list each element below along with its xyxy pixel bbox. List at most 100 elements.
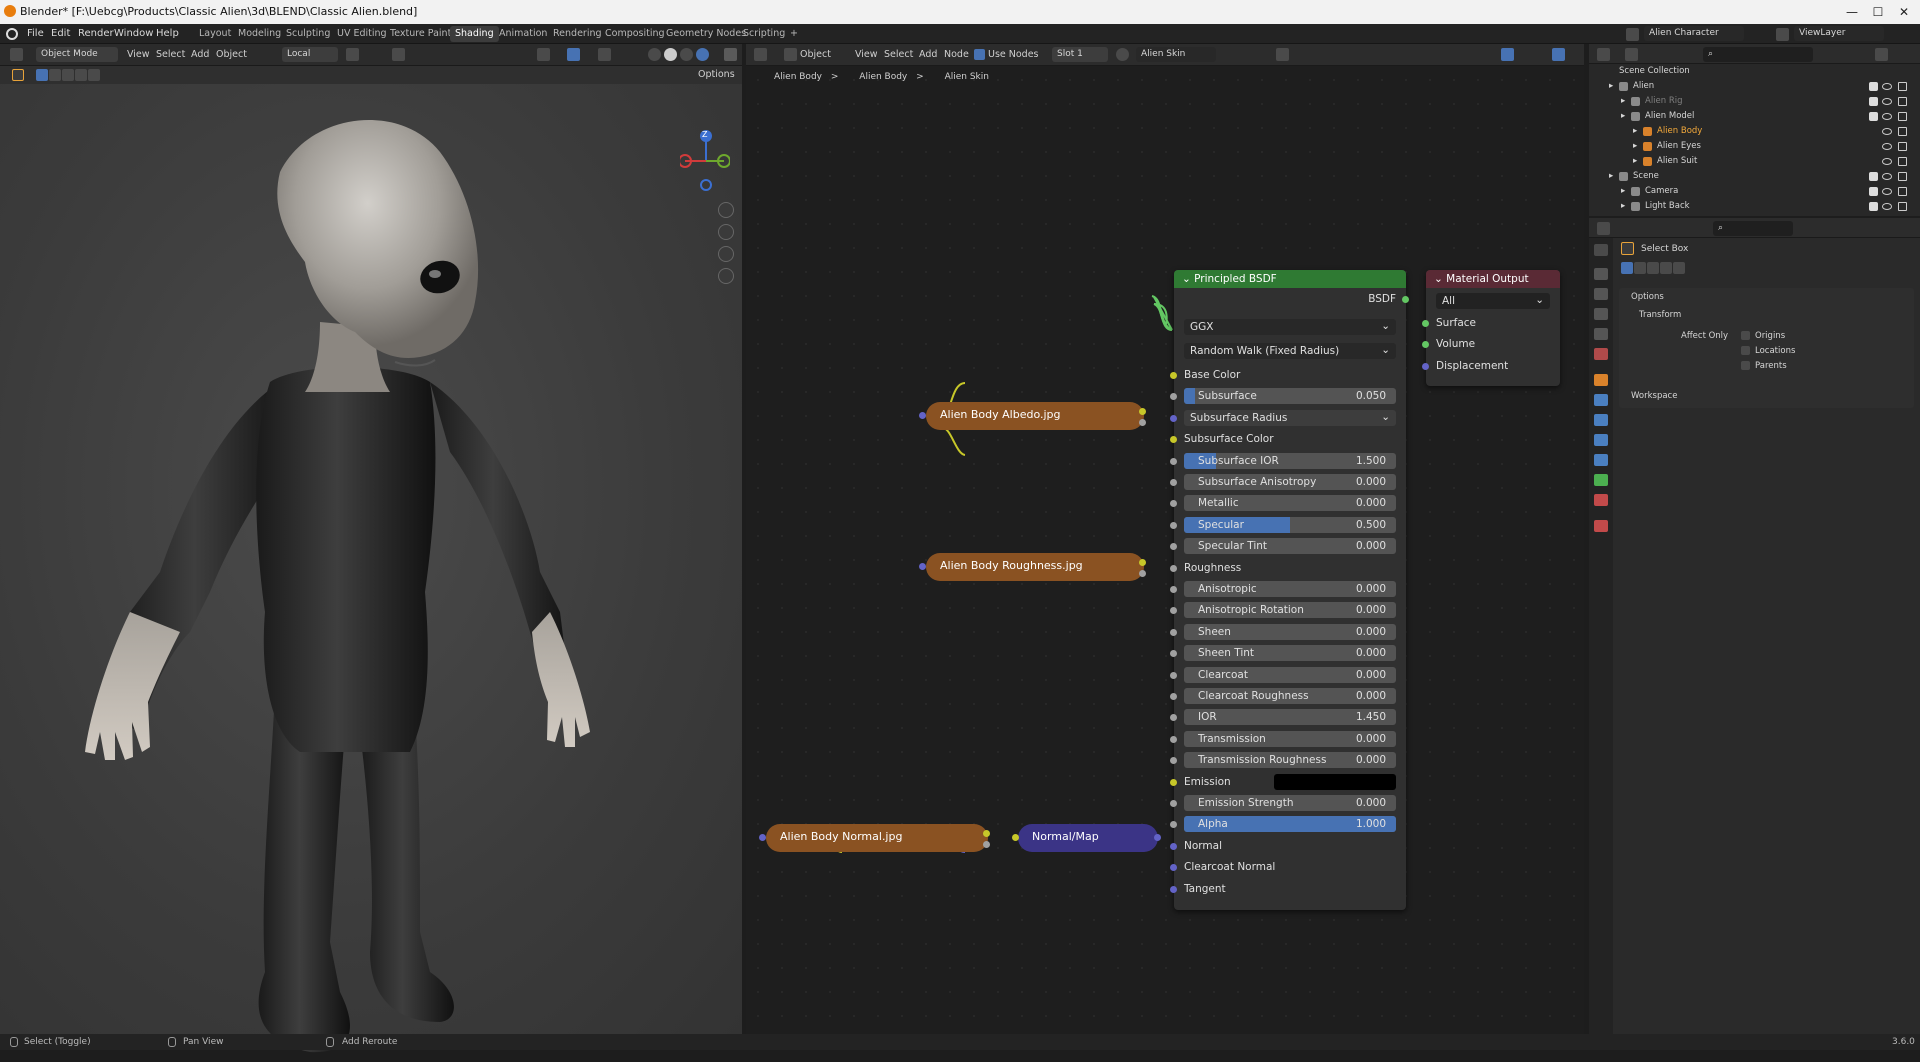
grid-ortho-icon[interactable] xyxy=(718,268,734,284)
properties-search-field[interactable]: ⌕ xyxy=(1713,221,1793,236)
proportional-edit-icon[interactable] xyxy=(392,48,405,61)
menu-file[interactable]: File xyxy=(27,28,44,39)
workspace-tab-uv-editing[interactable]: UV Editing xyxy=(332,26,392,42)
bsdf-value-slider[interactable]: Specular 0.500 xyxy=(1184,516,1396,533)
render-tab-icon[interactable] xyxy=(1594,268,1608,280)
normal-map-node[interactable]: Normal/Map xyxy=(1018,824,1158,852)
workspace-tab-texture-paint[interactable]: Texture Paint xyxy=(385,26,456,42)
bsdf-input-socket[interactable] xyxy=(1170,543,1177,551)
visibility-eye-icon[interactable] xyxy=(1882,143,1892,150)
editor-type-icon[interactable] xyxy=(10,48,23,61)
mode-selector[interactable]: Object Mode xyxy=(36,47,118,62)
surface-socket[interactable] xyxy=(1422,320,1429,327)
visibility-eye-icon[interactable] xyxy=(1882,98,1892,105)
visibility-eye-icon[interactable] xyxy=(1882,113,1892,120)
close-button[interactable]: ✕ xyxy=(1892,3,1916,21)
render-camera-icon[interactable] xyxy=(1898,127,1907,136)
bsdf-value-slider[interactable]: Specular Tint 0.000 xyxy=(1184,538,1396,555)
roughness-color-socket[interactable] xyxy=(1139,559,1146,566)
output-tab-icon[interactable] xyxy=(1594,288,1608,300)
outliner-item-label[interactable]: Alien Rig xyxy=(1645,96,1683,106)
outliner-item-label[interactable]: Light Back xyxy=(1645,201,1690,211)
menu-render[interactable]: Render xyxy=(78,28,114,39)
shading-solid-icon[interactable] xyxy=(664,48,677,61)
expand-chevron-icon[interactable]: ▸ xyxy=(1633,156,1637,166)
render-camera-icon[interactable] xyxy=(1898,172,1907,181)
gizmo-toggle-icon[interactable] xyxy=(567,48,580,61)
roughness-texture-node[interactable]: Alien Body Roughness.jpg xyxy=(926,553,1144,581)
expand-chevron-icon[interactable]: ▸ xyxy=(1621,96,1625,106)
options-dropdown[interactable]: Options xyxy=(698,69,735,80)
bsdf-input-socket[interactable] xyxy=(1170,436,1177,444)
principled-bsdf-node[interactable]: ⌄ Principled BSDF BSDF GGX ⌄ Random Walk … xyxy=(1170,270,1409,910)
select-mode-intersect-icon[interactable] xyxy=(75,69,87,81)
alien-character-model[interactable] xyxy=(70,92,630,1062)
pause-icon[interactable] xyxy=(724,48,737,61)
minimize-button[interactable]: — xyxy=(1840,3,1864,21)
bsdf-input-socket[interactable] xyxy=(1170,500,1177,508)
visibility-eye-icon[interactable] xyxy=(1882,203,1892,210)
editor-type-icon[interactable] xyxy=(1597,222,1610,235)
outliner-item-label[interactable]: Alien Body xyxy=(1657,126,1702,136)
menu-window[interactable]: Window xyxy=(114,28,153,39)
subsurface-method-dropdown[interactable]: Random Walk (Fixed Radius) ⌄ xyxy=(1184,343,1396,359)
bsdf-input-socket[interactable] xyxy=(1170,735,1177,743)
bsdf-input-socket[interactable] xyxy=(1170,586,1177,593)
orientation-selector[interactable]: Local xyxy=(282,47,338,62)
add-workspace-button[interactable]: + xyxy=(785,26,803,42)
outliner-item-label[interactable]: Camera xyxy=(1645,186,1678,196)
select-mode-subtract-icon[interactable] xyxy=(1647,262,1659,274)
workspace-tab-scripting[interactable]: Scripting xyxy=(738,26,790,42)
normal-tex-vector-socket[interactable] xyxy=(759,834,766,841)
bsdf-value-slider[interactable]: Subsurface Anisotropy 0.000 xyxy=(1184,474,1396,490)
view-layer-tab-icon[interactable] xyxy=(1594,308,1608,320)
normal-tex-color-socket[interactable] xyxy=(983,830,990,837)
origins-checkbox[interactable] xyxy=(1741,331,1750,340)
maximize-button[interactable]: ☐ xyxy=(1866,3,1890,21)
bsdf-value-slider[interactable]: Anisotropic Rotation 0.000 xyxy=(1184,602,1396,619)
render-camera-icon[interactable] xyxy=(1898,157,1907,166)
filter-icon[interactable] xyxy=(1875,48,1888,61)
pan-hand-icon[interactable] xyxy=(718,224,734,240)
bsdf-value-slider[interactable]: Transmission 0.000 xyxy=(1184,730,1396,747)
bsdf-value-slider[interactable]: Anisotropic 0.000 xyxy=(1184,581,1396,597)
collection-checkbox[interactable] xyxy=(1869,112,1878,121)
material-output-header[interactable]: ⌄ Material Output xyxy=(1426,270,1560,288)
normal-tex-alpha-socket[interactable] xyxy=(983,841,990,848)
viewport-menu-add[interactable]: Add xyxy=(191,49,209,60)
physics-tab-icon[interactable] xyxy=(1594,434,1608,446)
visibility-eye-icon[interactable] xyxy=(1882,188,1892,195)
albedo-alpha-socket[interactable] xyxy=(1139,419,1146,426)
workspace-tab-animation[interactable]: Animation xyxy=(494,26,552,42)
material-tab-icon[interactable] xyxy=(1594,494,1608,506)
expand-chevron-icon[interactable]: ▸ xyxy=(1621,111,1625,121)
menu-help[interactable]: Help xyxy=(156,28,179,39)
render-camera-icon[interactable] xyxy=(1898,202,1907,211)
bsdf-value-slider[interactable]: Clearcoat Roughness 0.000 xyxy=(1184,688,1396,704)
properties-panel[interactable]: ⌕ Select Box Options Transform Affect On… xyxy=(1589,218,1920,1034)
shading-material-icon[interactable] xyxy=(680,48,693,61)
collection-checkbox[interactable] xyxy=(1869,97,1878,106)
display-mode-icon[interactable] xyxy=(1625,48,1638,61)
bsdf-input-socket[interactable] xyxy=(1170,821,1177,829)
view-layer-icon[interactable] xyxy=(1776,28,1789,41)
bsdf-input-socket[interactable] xyxy=(1170,564,1177,572)
snap-icon[interactable] xyxy=(346,48,359,61)
tool-tab-icon[interactable] xyxy=(1594,244,1608,256)
workspace-tab-layout[interactable]: Layout xyxy=(194,26,236,42)
emission-color-swatch[interactable] xyxy=(1274,773,1396,790)
bsdf-input-socket[interactable] xyxy=(1170,479,1177,486)
target-dropdown[interactable]: All ⌄ xyxy=(1436,293,1550,309)
bsdf-header[interactable]: ⌄ Principled BSDF xyxy=(1174,270,1406,288)
blender-menu-icon[interactable] xyxy=(6,28,18,40)
render-camera-icon[interactable] xyxy=(1898,97,1907,106)
bsdf-value-slider[interactable]: Emission Strength 0.000 xyxy=(1184,795,1396,811)
visibility-eye-icon[interactable] xyxy=(1882,128,1892,135)
bsdf-input-socket[interactable] xyxy=(1170,457,1177,465)
bsdf-value-slider[interactable]: Transmission Roughness 0.000 xyxy=(1184,752,1396,769)
render-camera-icon[interactable] xyxy=(1898,82,1907,91)
expand-chevron-icon[interactable]: ▸ xyxy=(1609,171,1613,181)
collection-checkbox[interactable] xyxy=(1869,82,1878,91)
shader-node-editor[interactable]: Object View Select Add Node Use Nodes Sl… xyxy=(746,44,1584,1034)
select-mode-intersect-icon[interactable] xyxy=(1660,262,1672,274)
